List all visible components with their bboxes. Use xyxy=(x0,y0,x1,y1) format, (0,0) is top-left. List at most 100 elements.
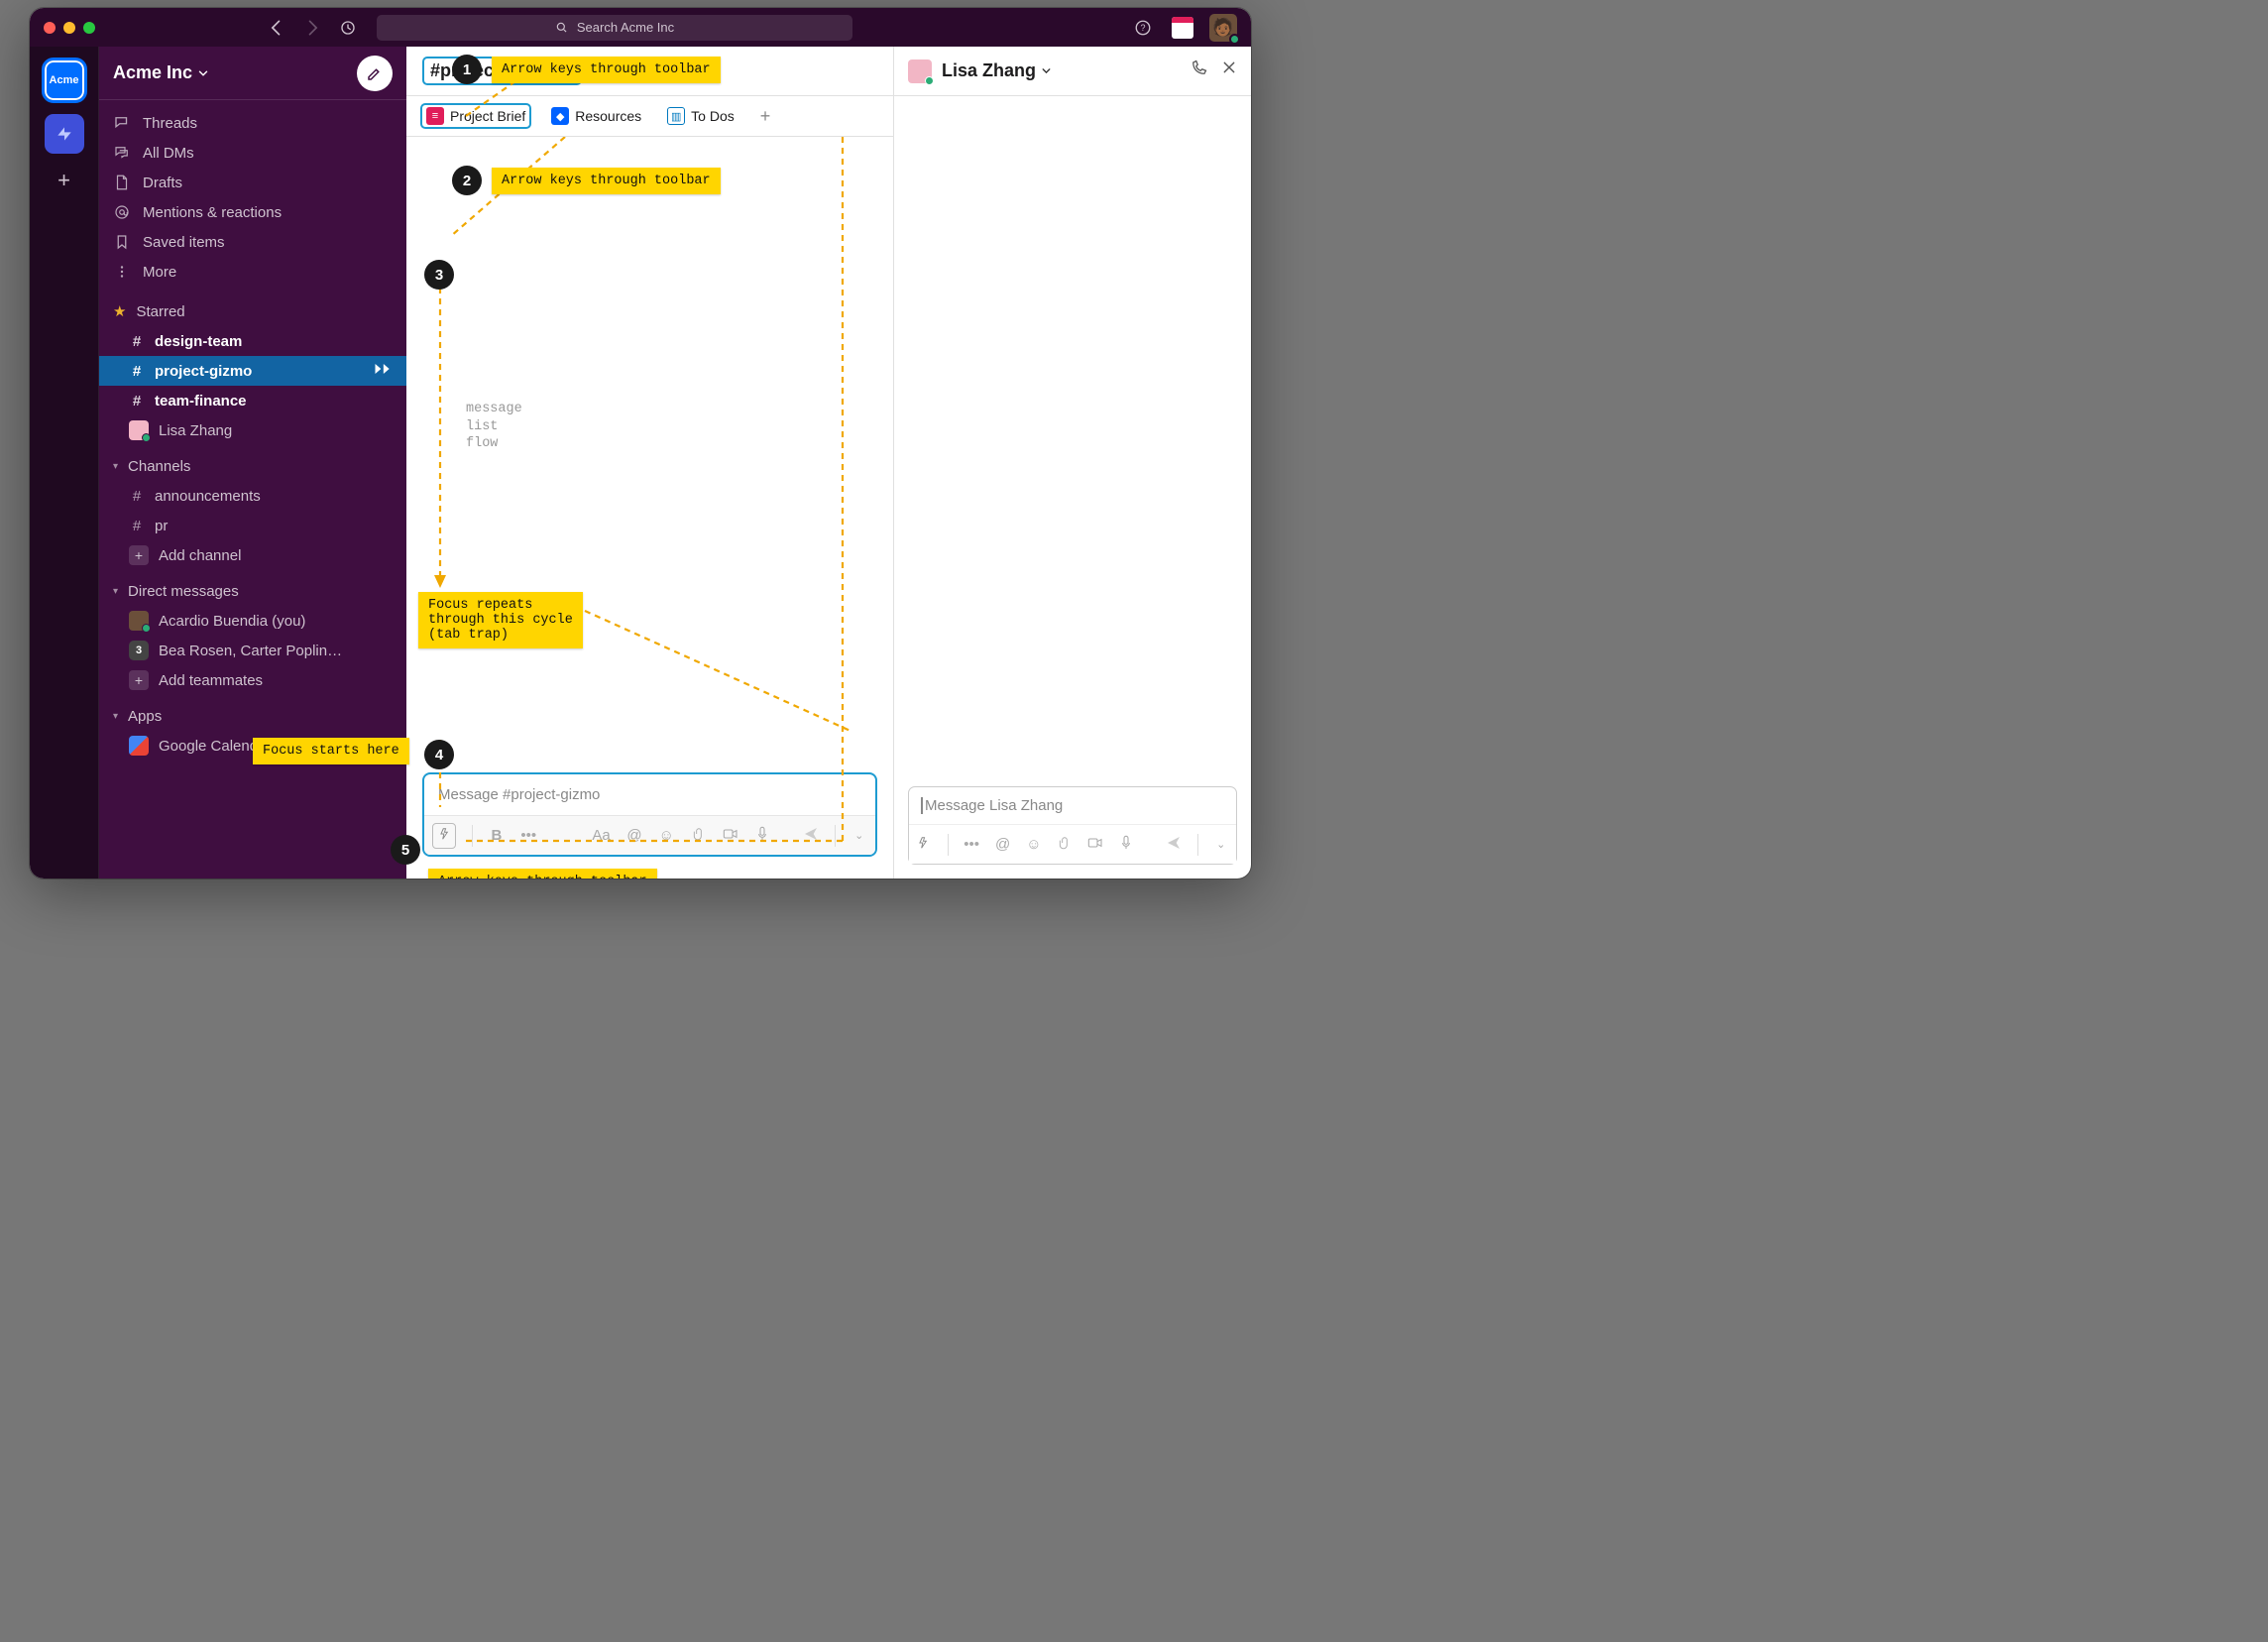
add-channel[interactable]: + Add channel xyxy=(99,540,406,570)
search-box[interactable]: Search Acme Inc xyxy=(377,15,852,41)
add-tab-button[interactable]: + xyxy=(754,106,777,127)
channel-team-finance[interactable]: # team-finance xyxy=(99,386,406,415)
annotation-callout-3: Focus repeats through this cycle (tab tr… xyxy=(418,592,583,648)
shortcuts-button[interactable] xyxy=(432,823,456,849)
audio-button[interactable] xyxy=(754,826,770,846)
hash-icon: # xyxy=(129,393,145,410)
channel-tabs: ≡ Project Brief ◆ Resources ▥ To Dos + xyxy=(406,96,893,137)
doc-icon: ≡ xyxy=(426,107,444,125)
search-placeholder: Search Acme Inc xyxy=(577,20,674,35)
annotation-badge-2: 2 xyxy=(452,166,482,195)
dm-acardio[interactable]: Acardio Buendia (you) xyxy=(99,606,406,636)
compose-button[interactable] xyxy=(357,56,393,91)
annotation-badge-5: 5 xyxy=(391,835,420,865)
history-button[interactable] xyxy=(335,15,361,41)
close-window[interactable] xyxy=(44,22,56,34)
emoji-button[interactable]: ☺ xyxy=(1026,836,1041,853)
sidebar-more[interactable]: More xyxy=(99,257,406,287)
sidebar-section-channels[interactable]: ▾ Channels xyxy=(99,451,406,481)
sidebar-section-starred[interactable]: ★ Starred xyxy=(99,296,406,326)
sidebar-saved[interactable]: Saved items xyxy=(99,227,406,257)
close-pane-button[interactable] xyxy=(1221,59,1237,82)
more-format-button[interactable]: ••• xyxy=(964,836,979,853)
dm-message-list[interactable] xyxy=(894,96,1251,772)
format-button[interactable]: Aa xyxy=(592,827,610,844)
dm-group-bea-carter[interactable]: 3 Bea Rosen, Carter Poplin… xyxy=(99,636,406,665)
more-format-button[interactable]: ••• xyxy=(520,827,536,844)
sidebar-section-apps[interactable]: ▾ Apps xyxy=(99,701,406,731)
annotation-callout-2: Arrow keys through toolbar xyxy=(492,168,721,194)
bookmark-icon xyxy=(113,233,131,251)
add-workspace-button[interactable]: + xyxy=(57,168,70,193)
avatar xyxy=(129,420,149,440)
send-options-button[interactable]: ⌄ xyxy=(1213,838,1228,851)
forward-button[interactable] xyxy=(299,15,325,41)
shortcuts-button[interactable] xyxy=(917,836,932,854)
audio-button[interactable] xyxy=(1119,835,1134,855)
dm-input[interactable]: Message Lisa Zhang xyxy=(921,797,1224,814)
add-teammates[interactable]: + Add teammates xyxy=(99,665,406,695)
sidebar-threads[interactable]: Threads xyxy=(99,108,406,138)
mentions-icon xyxy=(113,203,131,221)
sidebar-drafts[interactable]: Drafts xyxy=(99,168,406,197)
back-button[interactable] xyxy=(264,15,289,41)
video-button[interactable] xyxy=(723,827,738,845)
sidebar-mentions[interactable]: Mentions & reactions xyxy=(99,197,406,227)
dm-header: Lisa Zhang xyxy=(894,47,1251,96)
mention-button[interactable]: @ xyxy=(995,836,1010,853)
minimize-window[interactable] xyxy=(63,22,75,34)
channel-project-gizmo[interactable]: # project-gizmo xyxy=(99,356,406,386)
video-button[interactable] xyxy=(1087,836,1103,854)
body-note: message list flow xyxy=(466,401,522,453)
window-controls xyxy=(44,22,95,34)
message-list[interactable]: message list flow xyxy=(406,137,893,762)
send-button[interactable] xyxy=(803,826,819,846)
hash-icon: # xyxy=(129,333,145,350)
attach-button[interactable] xyxy=(690,827,706,845)
caret-icon: ▾ xyxy=(113,586,118,597)
more-icon xyxy=(113,263,131,281)
annotation-badge-3: 3 xyxy=(424,260,454,290)
plus-icon: + xyxy=(129,670,149,690)
avatar xyxy=(908,59,932,83)
annotation-badge-1: 1 xyxy=(452,55,482,84)
workspace-switcher-secondary[interactable] xyxy=(45,114,84,154)
composer-area: Message #project-gizmo B ••• Aa @ ☺ xyxy=(406,762,893,879)
tab-todos[interactable]: ▥ To Dos xyxy=(661,103,740,129)
user-avatar[interactable]: 🧑🏾 xyxy=(1209,14,1237,42)
search-icon xyxy=(555,21,569,35)
send-button[interactable] xyxy=(1166,835,1182,855)
drafts-icon xyxy=(113,174,131,191)
help-button[interactable]: ? xyxy=(1130,15,1156,41)
send-options-button[interactable]: ⌄ xyxy=(851,829,867,842)
app-window: Search Acme Inc ? 🧑🏾 Acme + xyxy=(30,8,1251,879)
channel-announcements[interactable]: # announcements xyxy=(99,481,406,511)
channel-design-team[interactable]: # design-team xyxy=(99,326,406,356)
mention-button[interactable]: @ xyxy=(626,827,642,844)
sidebar-all-dms[interactable]: All DMs xyxy=(99,138,406,168)
sidebar-section-dms[interactable]: ▾ Direct messages xyxy=(99,576,406,606)
annotation-callout-5: Arrow keys through toolbar xyxy=(428,869,657,879)
tab-resources[interactable]: ◆ Resources xyxy=(545,103,647,129)
plus-icon: + xyxy=(129,545,149,565)
emoji-button[interactable]: ☺ xyxy=(658,827,674,844)
workspace-switcher-active[interactable]: Acme xyxy=(45,60,84,100)
dm-name-button[interactable]: Lisa Zhang xyxy=(942,60,1053,81)
call-button[interactable] xyxy=(1190,59,1207,82)
tab-project-brief[interactable]: ≡ Project Brief xyxy=(420,103,531,129)
main-area: #project-gizmo Do not add water ≡ Projec… xyxy=(406,47,1251,879)
dm-lisa-zhang-starred[interactable]: Lisa Zhang xyxy=(99,415,406,445)
message-input[interactable]: Message #project-gizmo xyxy=(424,774,875,815)
maximize-window[interactable] xyxy=(83,22,95,34)
dm-composer: Message Lisa Zhang ••• @ ☺ xyxy=(908,786,1237,865)
workspace-menu[interactable]: Acme Inc xyxy=(113,62,210,83)
dropbox-icon: ◆ xyxy=(551,107,569,125)
channel-pr[interactable]: # pr xyxy=(99,511,406,540)
calendar-indicator[interactable] xyxy=(1172,17,1193,39)
top-bar: Search Acme Inc ? 🧑🏾 xyxy=(30,8,1251,47)
annotation-callout-1: Arrow keys through toolbar xyxy=(492,57,721,83)
caret-icon: ▾ xyxy=(113,711,118,722)
bold-button[interactable]: B xyxy=(489,827,505,844)
attach-button[interactable] xyxy=(1058,836,1073,854)
caret-icon: ▾ xyxy=(113,461,118,472)
